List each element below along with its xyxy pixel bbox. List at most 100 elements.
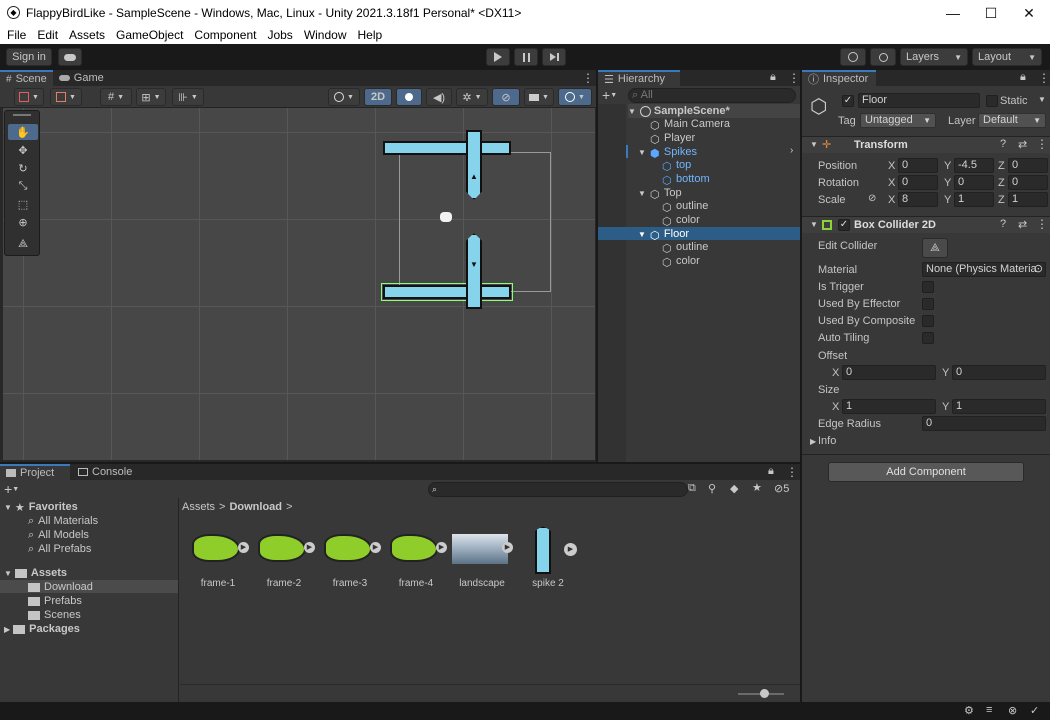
lock-icon[interactable]: 🔒︎ bbox=[770, 71, 776, 84]
enabled-checkbox[interactable]: ✓ bbox=[838, 219, 850, 231]
spike-bottom-sprite[interactable] bbox=[466, 233, 482, 309]
size-x-field[interactable]: 1 bbox=[842, 399, 936, 414]
rotation-x-field[interactable]: 0 bbox=[898, 175, 938, 190]
help-icon[interactable]: ? bbox=[1000, 138, 1006, 150]
more-options-icon[interactable]: ⋮ bbox=[788, 71, 800, 85]
list-item[interactable]: ▼ SampleScene* bbox=[628, 104, 802, 118]
used-by-effector-checkbox[interactable] bbox=[922, 298, 934, 310]
lock-icon[interactable]: 🔒︎ bbox=[768, 465, 774, 478]
auto-tiling-checkbox[interactable] bbox=[922, 332, 934, 344]
scale-y-field[interactable]: 1 bbox=[954, 192, 994, 207]
link-icon[interactable]: ⊘ bbox=[868, 193, 876, 204]
breadcrumb-assets[interactable]: Assets bbox=[182, 501, 215, 513]
custom-tool-button[interactable]: ⟁ bbox=[8, 236, 38, 252]
asset-item[interactable]: ▶ frame-2 bbox=[254, 526, 315, 596]
menu-help[interactable]: Help bbox=[358, 28, 383, 42]
debug-icon[interactable]: ⚙ bbox=[964, 704, 974, 717]
hidden-packages-toggle[interactable]: ⊘ 5 bbox=[774, 482, 789, 496]
tab-game[interactable]: Game bbox=[53, 70, 110, 86]
position-x-field[interactable]: 0 bbox=[898, 158, 938, 173]
check-icon[interactable]: ✓ bbox=[1030, 704, 1039, 717]
target-icon[interactable]: ⊙ bbox=[1034, 263, 1043, 276]
render-mode-button[interactable]: ▼ bbox=[328, 88, 360, 106]
breadcrumb-download[interactable]: Download bbox=[229, 501, 282, 513]
more-options-icon[interactable]: ⋮ bbox=[582, 71, 594, 85]
tree-prefabs[interactable]: Prefabs bbox=[28, 594, 82, 608]
more-options-icon[interactable]: ⋮ bbox=[786, 465, 798, 479]
zoom-slider-handle[interactable] bbox=[760, 689, 769, 698]
tree-all-models[interactable]: ⌕ All Models bbox=[28, 528, 89, 542]
snap-increment-button[interactable]: ⊞ ▼ bbox=[136, 88, 166, 106]
menu-component[interactable]: Component bbox=[194, 28, 256, 42]
active-checkbox[interactable]: ✓ bbox=[842, 95, 854, 107]
play-icon[interactable]: ▶ bbox=[564, 543, 577, 556]
menu-window[interactable]: Window bbox=[304, 28, 347, 42]
layers-dropdown[interactable]: Layers ▼ bbox=[900, 48, 968, 66]
layout-dropdown[interactable]: Layout ▼ bbox=[972, 48, 1042, 66]
object-name-input[interactable]: Floor bbox=[858, 93, 980, 108]
drag-handle-icon[interactable] bbox=[13, 114, 31, 116]
asset-item[interactable]: ▶ spike 2 bbox=[518, 526, 578, 596]
list-item[interactable]: ⬡ outline bbox=[662, 199, 708, 214]
list-item[interactable]: ⬡ Player bbox=[650, 131, 695, 146]
close-button[interactable]: ✕ bbox=[1010, 0, 1048, 26]
layer-dropdown[interactable]: Default ▼ bbox=[978, 113, 1046, 128]
create-button[interactable]: + ▼ bbox=[602, 87, 624, 103]
sign-in-button[interactable]: Sign in bbox=[6, 48, 52, 66]
tag-dropdown[interactable]: Untagged ▼ bbox=[860, 113, 936, 128]
more-options-icon[interactable]: ⋮ bbox=[1038, 71, 1050, 85]
step-button[interactable] bbox=[542, 48, 566, 66]
cloud-button[interactable] bbox=[58, 48, 82, 66]
play-icon[interactable]: ▶ bbox=[304, 542, 315, 553]
preset-icon[interactable]: ⇄ bbox=[1018, 218, 1027, 231]
menu-gameobject[interactable]: GameObject bbox=[116, 28, 183, 42]
hierarchy-search-input[interactable]: ⌕ All bbox=[628, 88, 796, 103]
favorite-star-icon[interactable]: ★ bbox=[752, 481, 762, 494]
list-item[interactable]: ▼ ⬢ Spikes bbox=[638, 145, 697, 160]
asset-item[interactable]: ▶ frame-4 bbox=[386, 526, 447, 596]
tab-console[interactable]: Console bbox=[72, 464, 138, 480]
minimize-button[interactable]: — bbox=[934, 0, 972, 26]
transform-header[interactable] bbox=[802, 137, 1050, 153]
rotate-tool-button[interactable]: ↻ bbox=[8, 160, 38, 176]
menu-assets[interactable]: Assets bbox=[69, 28, 105, 42]
grid-snap-button[interactable]: # ▼ bbox=[100, 88, 132, 106]
scale-x-field[interactable]: 8 bbox=[898, 192, 938, 207]
help-icon[interactable]: ? bbox=[1000, 218, 1006, 230]
rotation-y-field[interactable]: 0 bbox=[954, 175, 994, 190]
audio-toggle[interactable]: ◀) bbox=[426, 88, 452, 106]
maximize-button[interactable]: ☐ bbox=[972, 0, 1010, 26]
list-item[interactable]: ⬡ color bbox=[662, 213, 700, 228]
tree-scenes[interactable]: Scenes bbox=[28, 608, 81, 622]
chevron-right-icon[interactable]: ▶ bbox=[810, 437, 816, 446]
list-item[interactable]: ⬡ color bbox=[662, 254, 700, 269]
offset-y-field[interactable]: 0 bbox=[952, 365, 1046, 380]
move-tool-button[interactable]: ✥ bbox=[8, 142, 38, 158]
menu-file[interactable]: File bbox=[7, 28, 26, 42]
position-y-field[interactable]: -4.5 bbox=[954, 158, 994, 173]
list-item[interactable]: ▼ ⬡ Top bbox=[638, 186, 682, 201]
play-icon[interactable]: ▶ bbox=[502, 542, 513, 553]
tree-assets[interactable]: ▼ Assets bbox=[4, 566, 67, 580]
static-checkbox[interactable] bbox=[986, 95, 998, 107]
is-trigger-checkbox[interactable] bbox=[922, 281, 934, 293]
transform-tool-button[interactable]: ⊕ bbox=[8, 214, 38, 230]
list-item[interactable]: ▼ ⬡ Floor bbox=[638, 227, 689, 242]
spike-top-sprite[interactable] bbox=[466, 130, 482, 200]
play-icon[interactable]: ▶ bbox=[238, 542, 249, 553]
chevron-down-icon[interactable]: ▼ bbox=[810, 140, 818, 149]
play-icon[interactable]: ▶ bbox=[370, 542, 381, 553]
increment-snap-button[interactable]: ⊪ ▼ bbox=[172, 88, 204, 106]
tree-all-materials[interactable]: ⌕ All Materials bbox=[28, 514, 98, 528]
camera-gizmo-icon[interactable] bbox=[440, 212, 452, 222]
scale-tool-button[interactable]: ⤡ bbox=[8, 178, 38, 194]
gizmos-button[interactable]: ▼ bbox=[558, 88, 592, 106]
draw-mode-button[interactable]: ▼ bbox=[14, 88, 44, 106]
top-bar-sprite[interactable] bbox=[383, 141, 511, 155]
material-field[interactable]: None (Physics Materia ⊙ bbox=[922, 262, 1046, 277]
pause-button[interactable] bbox=[514, 48, 538, 66]
camera-button[interactable]: ▼ bbox=[524, 88, 554, 106]
add-component-button[interactable]: Add Component bbox=[828, 462, 1024, 482]
tab-project[interactable]: Project bbox=[0, 464, 70, 480]
more-options-icon[interactable]: ⋮ bbox=[1036, 217, 1048, 231]
